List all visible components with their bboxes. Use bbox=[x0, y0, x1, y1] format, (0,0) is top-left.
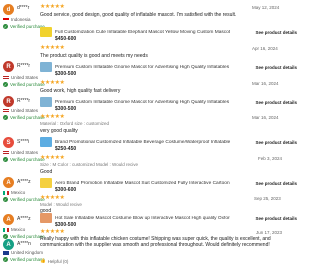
review-text: Good work, high quality fast delivery bbox=[40, 88, 121, 94]
check-icon: ✓ bbox=[3, 24, 8, 29]
see-product-details-link[interactable]: See product details bbox=[255, 216, 297, 221]
product-thumbnail bbox=[40, 178, 52, 188]
product-price: $450-600 bbox=[55, 36, 77, 42]
product-thumbnail bbox=[40, 213, 52, 223]
reviewer-name: R****r bbox=[17, 63, 31, 69]
product-title[interactable]: Premium Custom Inflatable Gnome Mascot f… bbox=[55, 100, 230, 105]
reviewer-country: United States bbox=[3, 108, 38, 113]
review-text: Good service, good design, good quality … bbox=[40, 12, 237, 18]
helpful-button[interactable]: 👍 Helpful (0) bbox=[40, 258, 68, 264]
product-card[interactable]: Full Customization Cute Inflatable Eleph… bbox=[40, 27, 297, 37]
product-thumbnail bbox=[40, 27, 52, 37]
product-title[interactable]: Aero Brand Promotion Inflatable Mascot S… bbox=[55, 181, 230, 186]
verified-badge: ✓ Verified purchase bbox=[3, 197, 45, 202]
product-title[interactable]: Brand Promotional Customized Inflatable … bbox=[55, 140, 230, 145]
reviewer-country: United Kingdom bbox=[3, 250, 43, 255]
reviewer-country: Mexico bbox=[3, 227, 25, 232]
review-date: Jun 17, 2023 bbox=[256, 230, 283, 235]
product-thumbnail bbox=[40, 137, 52, 147]
thumbs-up-icon: 👍 bbox=[40, 258, 46, 263]
see-product-details-link[interactable]: See product details bbox=[255, 65, 297, 70]
avatar: A bbox=[3, 177, 14, 188]
see-product-details-link[interactable]: See product details bbox=[255, 140, 297, 145]
product-price: $300-500 bbox=[55, 71, 77, 77]
review-date: Feb 3, 2024 bbox=[258, 156, 283, 161]
verified-badge: ✓ Verified purchase bbox=[3, 157, 45, 162]
product-title[interactable]: Full Customization Cute Inflatable Eleph… bbox=[55, 30, 230, 35]
variant-info: Size : M Color : customized Model : Woul… bbox=[40, 162, 138, 167]
reviewer-name: A****z bbox=[17, 216, 31, 222]
rating-stars: ★★★★★ bbox=[40, 155, 65, 161]
review-date: Sep 25, 2023 bbox=[254, 196, 281, 201]
reviewer-name: S****i bbox=[17, 139, 30, 145]
check-icon: ✓ bbox=[3, 157, 8, 162]
review-text: Good bbox=[40, 169, 53, 175]
see-product-details-link[interactable]: See product details bbox=[255, 100, 297, 105]
product-card[interactable]: Hot Sale Inflatable Mascot Costume Blow … bbox=[40, 213, 297, 223]
check-icon: ✓ bbox=[3, 115, 8, 120]
review-text: very good quality bbox=[40, 128, 78, 134]
reviewer-country: Mexico bbox=[3, 190, 25, 195]
product-price: $300-600 bbox=[55, 187, 77, 193]
product-title[interactable]: Premium Custom Inflatable Gnome Mascot f… bbox=[55, 65, 230, 70]
avatar: A bbox=[3, 239, 14, 250]
reviewer-country: United States bbox=[3, 150, 38, 155]
review-date: Mar 16, 2024 bbox=[252, 115, 279, 120]
avatar: R bbox=[3, 96, 14, 107]
avatar: R bbox=[3, 61, 14, 72]
product-thumbnail bbox=[40, 97, 52, 107]
verified-badge: ✓ Verified purchase bbox=[3, 115, 45, 120]
product-thumbnail bbox=[40, 62, 52, 72]
rating-stars: ★★★★★ bbox=[40, 114, 65, 120]
reviewer-name: A****n bbox=[17, 241, 31, 247]
check-icon: ✓ bbox=[3, 82, 8, 87]
review-date: Mar 16, 2024 bbox=[252, 81, 279, 86]
rating-stars: ★★★★★ bbox=[40, 45, 65, 51]
check-icon: ✓ bbox=[3, 197, 8, 202]
see-product-details-link[interactable]: See product details bbox=[255, 30, 297, 35]
check-icon: ✓ bbox=[3, 257, 8, 262]
avatar: S bbox=[3, 137, 14, 148]
avatar: d bbox=[3, 4, 14, 15]
product-price: $250-450 bbox=[55, 146, 77, 152]
verified-badge: ✓ Verified purchase bbox=[3, 24, 45, 29]
variant-info: Model : Would recive bbox=[40, 202, 82, 207]
rating-stars: ★★★★★ bbox=[40, 195, 65, 201]
rating-stars: ★★★★★ bbox=[40, 4, 65, 10]
verified-badge: ✓ Verified purchase bbox=[3, 257, 45, 262]
rating-stars: ★★★★★ bbox=[40, 229, 65, 235]
rating-stars: ★★★★★ bbox=[40, 80, 65, 86]
reviewer-country: United States bbox=[3, 75, 38, 80]
see-product-details-link[interactable]: See product details bbox=[255, 181, 297, 186]
review-date: Apr 16, 2024 bbox=[252, 46, 278, 51]
reviewer-name: d****r bbox=[17, 5, 30, 11]
product-card[interactable]: Brand Promotional Customized Inflatable … bbox=[40, 137, 297, 147]
review-text: Really happy with this inflatable chicke… bbox=[40, 236, 271, 248]
reviewer-name: A****z bbox=[17, 179, 31, 185]
variant-info: Material : Oxford size : customized bbox=[40, 121, 110, 126]
product-card[interactable]: Aero Brand Promotion Inflatable Mascot S… bbox=[40, 178, 297, 188]
reviewer-name: R****r bbox=[17, 98, 31, 104]
product-card[interactable]: Premium Custom Inflatable Gnome Mascot f… bbox=[40, 97, 297, 107]
reviewer-country: Indonesia bbox=[3, 17, 31, 22]
avatar: A bbox=[3, 214, 14, 225]
verified-badge: ✓ Verified purchase bbox=[3, 82, 45, 87]
product-price: $300-500 bbox=[55, 106, 77, 112]
review-date: May 12, 2024 bbox=[252, 5, 280, 10]
product-title[interactable]: Hot Sale Inflatable Mascot Costume Blow … bbox=[55, 216, 230, 221]
review-text: The product quality is good and meets my… bbox=[40, 53, 148, 59]
product-card[interactable]: Premium Custom Inflatable Gnome Mascot f… bbox=[40, 62, 297, 72]
